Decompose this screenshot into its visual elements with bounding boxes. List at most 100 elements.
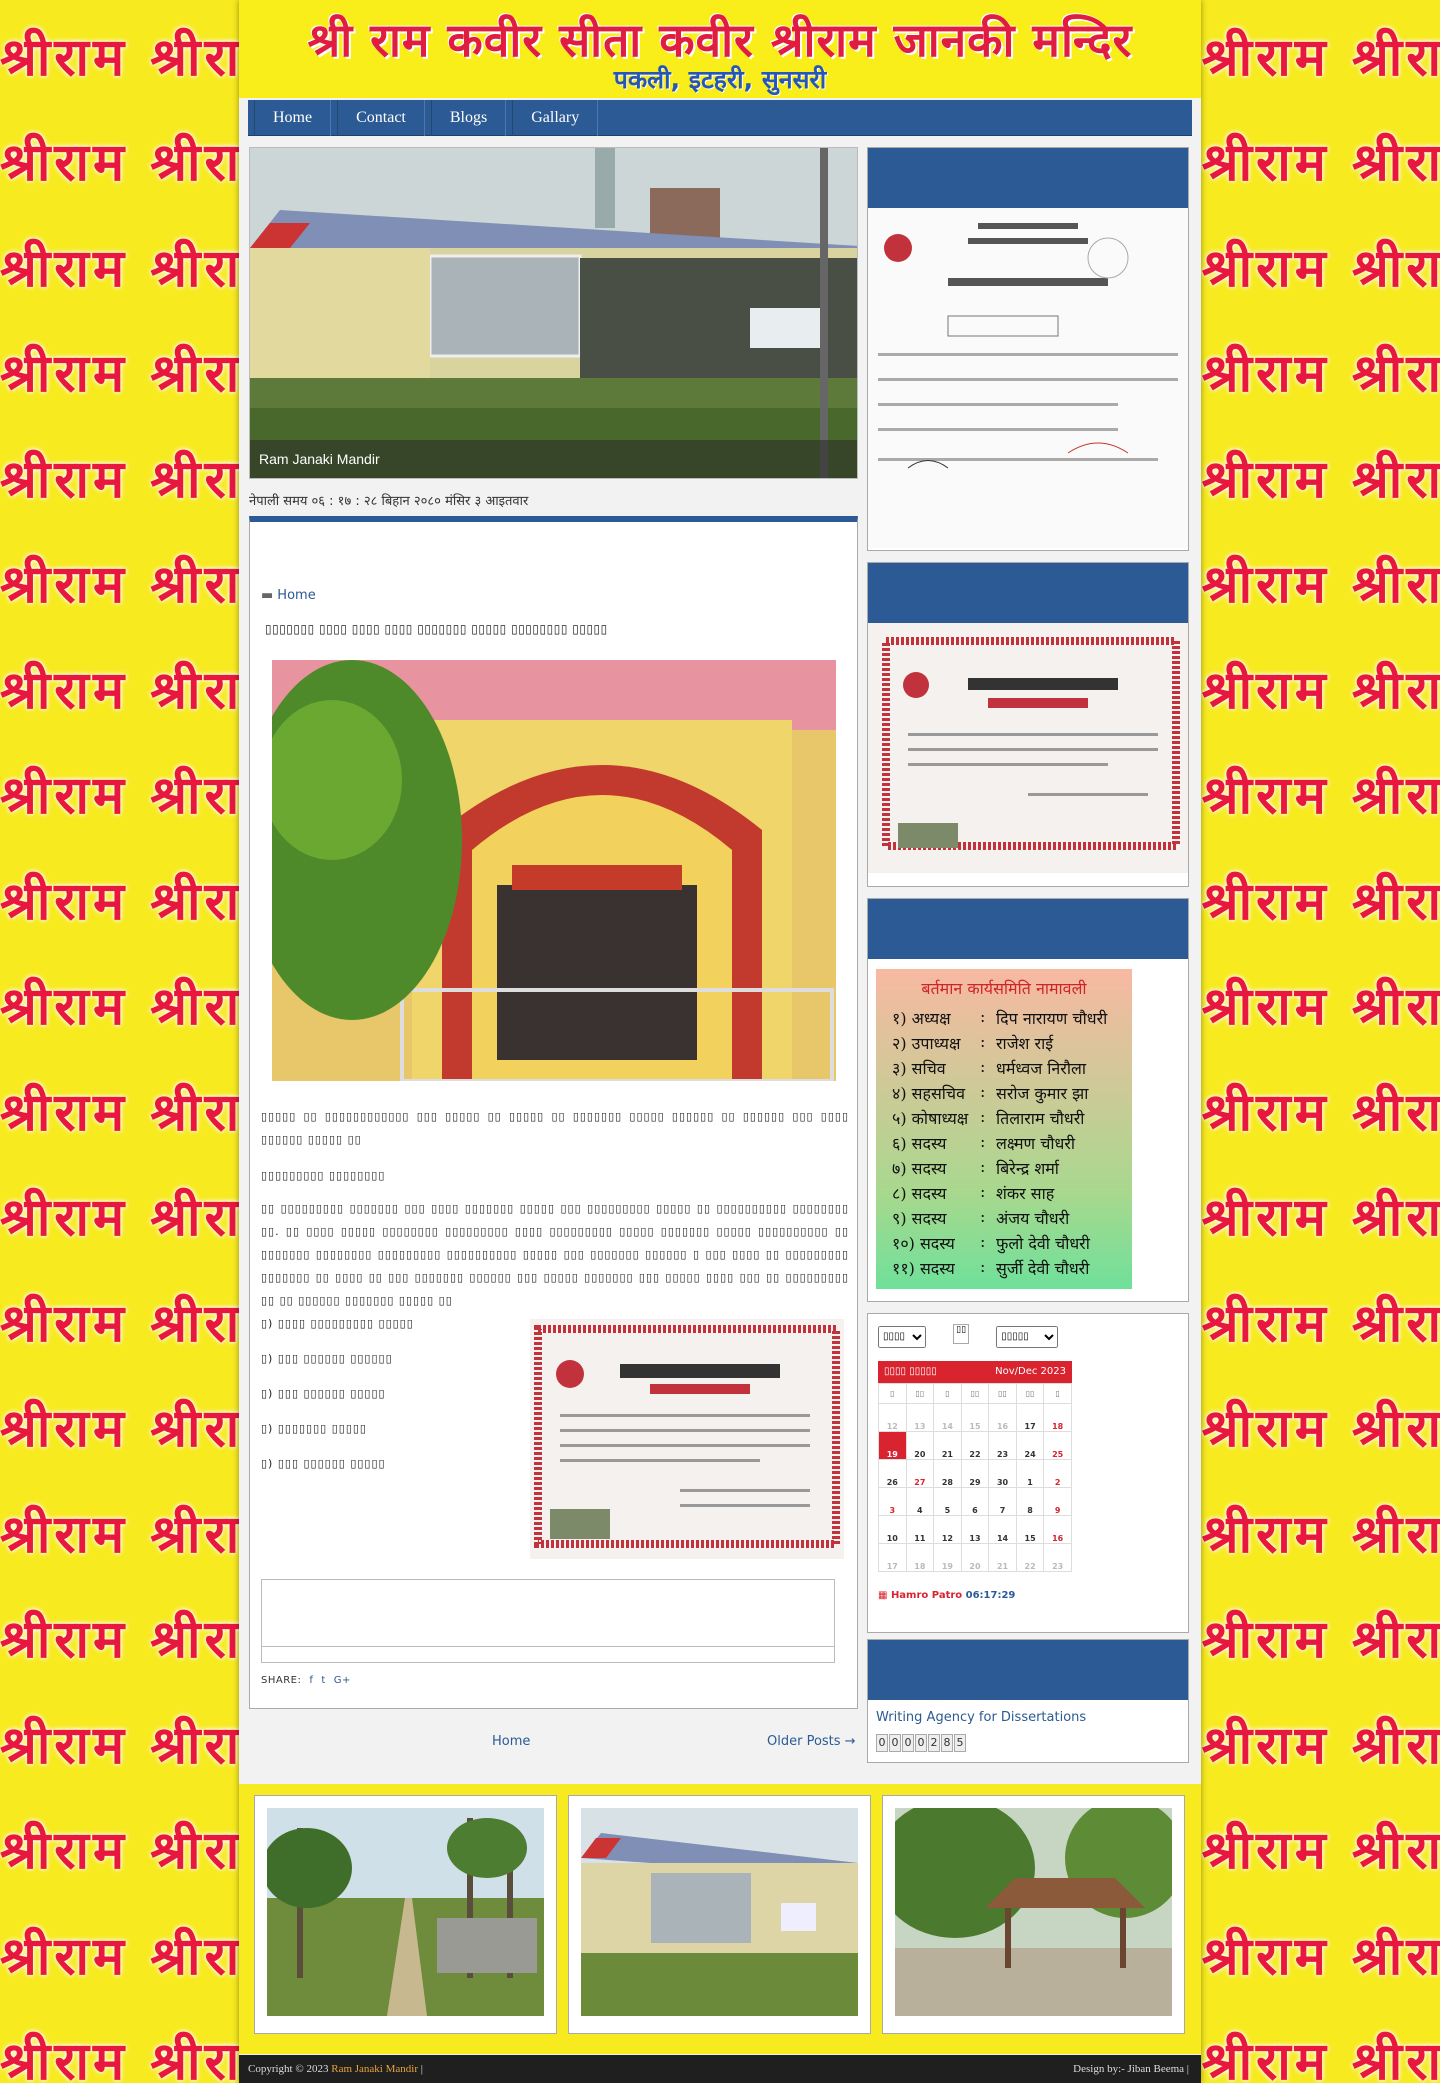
pavilion-photo <box>895 1808 1172 2016</box>
breadcrumb-home[interactable]: Home <box>277 588 315 603</box>
hamro-patro-brand[interactable]: ▦ Hamro Patro 06:17:29 <box>878 1590 1015 1601</box>
writing-agency-link[interactable]: Writing Agency for Dissertations <box>876 1710 1086 1725</box>
month-select[interactable]: ▯▯▯▯▯ <box>996 1325 1059 1348</box>
calendar-day[interactable]: 3 <box>878 1487 907 1516</box>
go-button[interactable]: ▯▯ <box>953 1324 970 1344</box>
calendar-day[interactable]: 20 <box>960 1543 990 1572</box>
calendar-day[interactable]: 13 <box>905 1403 935 1432</box>
calendar-day[interactable]: 23 <box>1043 1543 1072 1572</box>
calendar-day[interactable]: 21 <box>933 1431 962 1460</box>
clock-time: 06:17:29 <box>965 1590 1016 1601</box>
committee-row: १) अध्यक्ष: दिप नारायण चौधरी <box>892 1007 1108 1028</box>
post-paragraph: ▯▯ ▯▯▯▯▯▯▯▯▯ ▯▯▯▯▯▯▯ ▯▯▯ ▯▯▯▯ ▯▯▯▯▯▯▯ ▯▯… <box>261 1202 849 1307</box>
committee-row: ३) सचिव: धर्मध्वज निरौला <box>892 1057 1086 1078</box>
gallery-item[interactable] <box>254 1795 557 2034</box>
nav-blogs[interactable]: Blogs <box>430 100 507 136</box>
hamro-patro-label: Hamro Patro <box>890 1590 963 1601</box>
pager-home-link[interactable]: Home <box>492 1734 530 1749</box>
calendar-day[interactable]: 28 <box>933 1459 962 1488</box>
member-role: १) अध्यक्ष <box>892 1009 951 1028</box>
committee-row: ६) सदस्य: लक्ष्मण चौधरी <box>892 1132 1076 1153</box>
calendar-day[interactable]: 18 <box>905 1543 935 1572</box>
site-title[interactable]: श्री राम कवीर सीता कवीर श्रीराम जानकी मन… <box>239 8 1201 70</box>
nav-contact[interactable]: Contact <box>337 100 425 136</box>
member-role: ३) सचिव <box>892 1059 946 1078</box>
calendar-day[interactable]: 10 <box>878 1515 907 1544</box>
member-role: १०) सदस्य <box>892 1234 955 1253</box>
calendar-day[interactable]: 4 <box>905 1487 935 1516</box>
calendar-day[interactable]: 21 <box>988 1543 1017 1572</box>
committee-row: २) उपाध्यक्ष: राजेश राई <box>892 1032 1054 1053</box>
slider-caption: Ram Janaki Mandir <box>250 440 857 478</box>
calendar-day[interactable]: 14 <box>988 1515 1017 1544</box>
calendar-day[interactable]: 25 <box>1043 1431 1072 1460</box>
calendar-day[interactable]: 15 <box>1015 1515 1045 1544</box>
calendar-day[interactable]: 23 <box>988 1431 1017 1460</box>
calendar-day[interactable]: 22 <box>960 1431 990 1460</box>
list-item: ▯) ▯▯▯ ▯▯▯▯▯▯ ▯▯▯▯▯ <box>261 1387 386 1400</box>
nav-gallary[interactable]: Gallary <box>512 100 599 136</box>
counter-digit: 2 <box>928 1734 940 1752</box>
calendar-day[interactable]: 11 <box>905 1515 935 1544</box>
calendar-day[interactable]: 18 <box>1043 1403 1072 1432</box>
google-plus-icon[interactable]: G+ <box>334 1675 351 1686</box>
nepali-time: नेपाली समय ०६ : १७ : २८ बिहान २०८० मंसिर… <box>249 494 529 509</box>
calendar-day[interactable]: 27 <box>905 1459 935 1488</box>
calendar-day[interactable]: 2 <box>1043 1459 1072 1488</box>
member-role: २) उपाध्यक्ष <box>892 1034 961 1053</box>
calendar-day[interactable]: 30 <box>988 1459 1017 1488</box>
member-name: सुर्जी देवी चौधरी <box>996 1259 1090 1278</box>
weekday-header: ▯ <box>933 1383 962 1404</box>
english-month: Nov/Dec 2023 <box>995 1366 1066 1377</box>
design-credit: Design by:- Jiban Beema | <box>1073 2063 1189 2075</box>
hamro-patro-icon: ▦ <box>878 1590 891 1601</box>
post-list: ▯) ▯▯▯▯ ▯▯▯▯▯▯▯▯▯ ▯▯▯▯▯ ▯) ▯▯▯ ▯▯▯▯▯▯ ▯▯… <box>261 1317 414 1492</box>
facebook-icon[interactable]: f <box>309 1675 313 1686</box>
list-item: ▯) ▯▯▯▯ ▯▯▯▯▯▯▯▯▯ ▯▯▯▯▯ <box>261 1317 414 1330</box>
shrine-photo <box>272 660 836 1081</box>
calendar-day[interactable]: 7 <box>988 1487 1017 1516</box>
calendar-day-today[interactable]: 19 <box>878 1431 907 1460</box>
calendar-day[interactable]: 14 <box>933 1403 962 1432</box>
calendar-day[interactable]: 17 <box>878 1543 907 1572</box>
calendar-day[interactable]: 6 <box>960 1487 990 1516</box>
gallery-item[interactable] <box>568 1795 871 2034</box>
calendar-day[interactable]: 12 <box>878 1403 907 1432</box>
calendar-day[interactable]: 29 <box>960 1459 990 1488</box>
calendar-day[interactable]: 19 <box>933 1543 962 1572</box>
page-container: श्री राम कवीर सीता कवीर श्रीराम जानकी मन… <box>239 0 1201 2083</box>
calendar-day[interactable]: 15 <box>960 1403 990 1432</box>
widget-committee: बर्तमान कार्यसमिति नामावली १) अध्यक्ष: दि… <box>867 898 1189 1302</box>
image-slider[interactable]: Ram Janaki Mandir <box>249 147 858 479</box>
calendar-day[interactable]: 16 <box>1043 1515 1072 1544</box>
post-paragraph: ▯▯▯▯▯ ▯▯ ▯▯▯▯▯▯▯▯▯▯▯▯ ▯▯▯ ▯▯▯▯▯ ▯▯ ▯▯▯▯▯… <box>261 1110 849 1146</box>
member-role: ११) सदस्य <box>892 1259 955 1278</box>
calendar-day[interactable]: 16 <box>988 1403 1017 1432</box>
calendar-day[interactable]: 5 <box>933 1487 962 1516</box>
calendar-day[interactable]: 20 <box>905 1431 935 1460</box>
weekday-header: ▯▯ <box>1015 1383 1045 1404</box>
calendar-day[interactable]: 12 <box>933 1515 962 1544</box>
calendar-day[interactable]: 17 <box>1015 1403 1045 1432</box>
calendar-day[interactable]: 8 <box>1015 1487 1045 1516</box>
temple-building-photo <box>581 1808 858 2016</box>
twitter-icon[interactable]: t <box>321 1675 325 1686</box>
calendar-day[interactable]: 22 <box>1015 1543 1045 1572</box>
gallery-item[interactable] <box>882 1795 1185 2034</box>
nav-home[interactable]: Home <box>254 100 332 136</box>
older-posts-link[interactable]: Older Posts → <box>767 1734 856 1749</box>
calendar-day[interactable]: 1 <box>1015 1459 1045 1488</box>
footer-site-link[interactable]: Ram Janaki Mandir <box>331 2063 418 2075</box>
calendar-day[interactable]: 26 <box>878 1459 907 1488</box>
committee-row: ५) कोषाध्यक्ष: तिलाराम चौधरी <box>892 1107 1085 1128</box>
member-role: ५) कोषाध्यक्ष <box>892 1109 969 1128</box>
post-paragraph: ▯▯▯▯▯▯▯▯▯ ▯▯▯▯▯▯▯▯ <box>261 1169 386 1182</box>
calendar-day[interactable]: 24 <box>1015 1431 1045 1460</box>
counter-digit: 8 <box>941 1734 953 1752</box>
widget-header <box>868 148 1188 208</box>
year-select[interactable]: ▯▯▯▯ <box>878 1325 926 1348</box>
calendar-day[interactable]: 9 <box>1043 1487 1072 1516</box>
member-name: सरोज कुमार झा <box>996 1084 1089 1103</box>
calendar-day[interactable]: 13 <box>960 1515 990 1544</box>
nepali-month: ▯▯▯▯ ▯▯▯▯▯ <box>884 1366 937 1377</box>
